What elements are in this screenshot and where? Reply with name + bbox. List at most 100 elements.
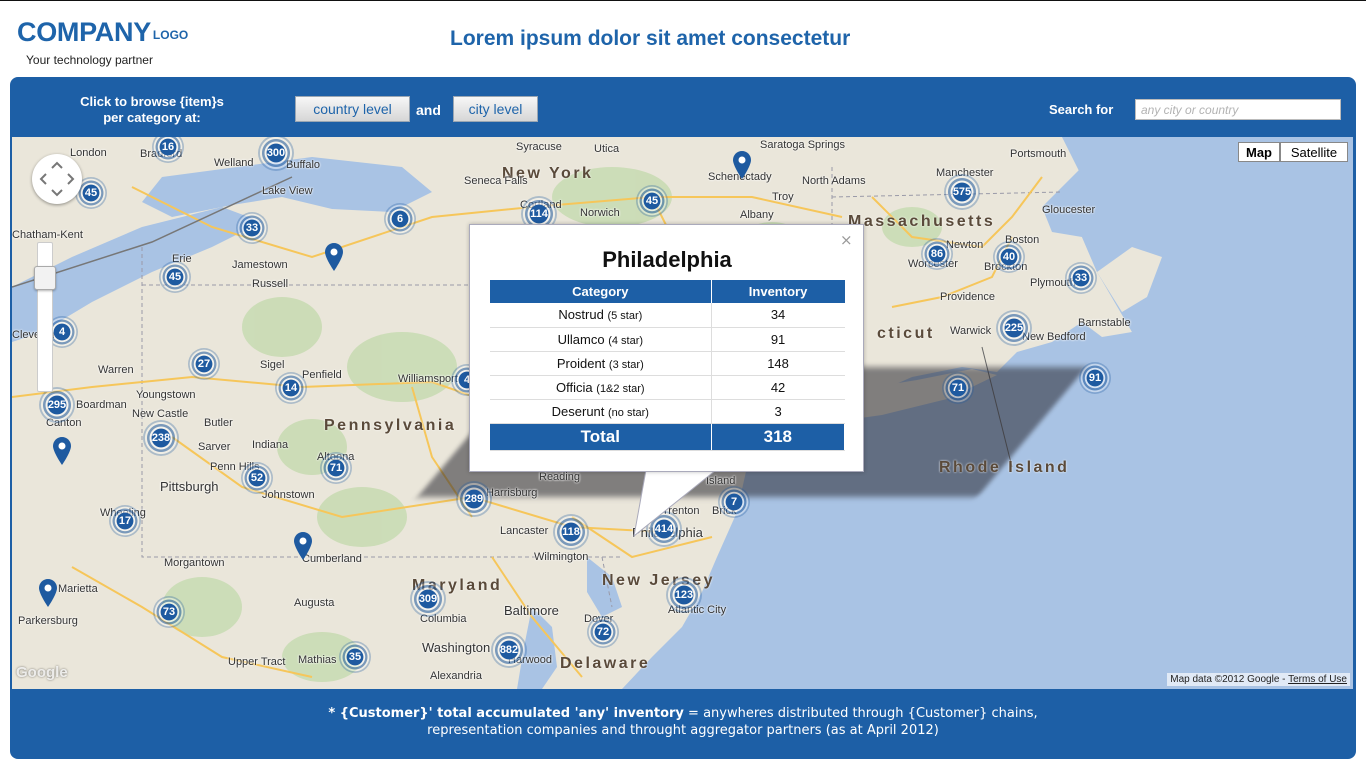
city-label: Lancaster xyxy=(500,525,549,537)
cluster-marker[interactable]: 238 xyxy=(143,420,179,456)
footer-line1-rest: = anywheres distributed through {Custome… xyxy=(683,706,1038,721)
cluster-marker[interactable]: 309 xyxy=(410,581,446,617)
city-label: New Castle xyxy=(132,408,189,420)
table-row: Ullamco (4 star) 91 xyxy=(490,327,845,352)
category-cell: Officia (1&2 star) xyxy=(490,375,712,400)
city-level-button[interactable]: city level xyxy=(453,96,538,122)
cluster-marker[interactable]: 52 xyxy=(241,462,273,494)
cluster-marker[interactable]: 33 xyxy=(1065,262,1097,294)
location-pin-icon[interactable] xyxy=(53,437,71,465)
state-label: cticut xyxy=(877,325,935,342)
zoom-slider[interactable] xyxy=(37,242,53,392)
category-rating: (no star) xyxy=(608,406,649,419)
cluster-marker[interactable]: 7 xyxy=(718,486,750,518)
browse-label: Click to browse {item}s per category at: xyxy=(62,94,242,126)
cluster-marker[interactable]: 295 xyxy=(39,387,75,423)
city-label: Utica xyxy=(594,143,620,155)
popup-city-title: Philadelphia xyxy=(602,247,732,272)
browse-label-line2: per category at: xyxy=(103,110,201,125)
cluster-marker[interactable]: 91 xyxy=(1079,362,1111,394)
location-pin-icon[interactable] xyxy=(733,151,751,179)
column-header-category: Category xyxy=(490,280,712,303)
table-header-row: Category Inventory xyxy=(490,280,845,303)
cluster-marker[interactable]: 882 xyxy=(491,632,527,668)
footer-bold-text: * {Customer}' total accumulated 'any' in… xyxy=(328,706,684,721)
cluster-marker[interactable]: 72 xyxy=(587,616,619,648)
inventory-cell: 91 xyxy=(711,327,845,352)
cluster-marker[interactable]: 14 xyxy=(275,372,307,404)
category-cell: Nostrud (5 star) xyxy=(490,303,712,328)
city-label: Washington xyxy=(422,640,491,655)
map-type-map-button[interactable]: Map xyxy=(1238,142,1280,162)
cluster-marker[interactable]: 6 xyxy=(384,203,416,235)
city-label: Seneca Falls xyxy=(464,175,528,187)
cluster-marker[interactable]: 35 xyxy=(339,641,371,673)
category-rating: (3 star) xyxy=(608,358,644,371)
category-cell: Ullamco (4 star) xyxy=(490,327,712,352)
city-label: Albany xyxy=(740,209,774,221)
map-pan-control[interactable] xyxy=(32,154,82,204)
category-name: Proident xyxy=(556,355,606,371)
inventory-cell: 34 xyxy=(711,303,845,328)
category-cell: Deserunt (no star) xyxy=(490,399,712,424)
location-pin-icon[interactable] xyxy=(39,579,57,607)
terms-of-use-link[interactable]: Terms of Use xyxy=(1288,674,1347,685)
cluster-marker[interactable]: 45 xyxy=(159,261,191,293)
page-title: Lorem ipsum dolor sit amet consectetur xyxy=(450,27,851,50)
cluster-marker[interactable]: 71 xyxy=(942,372,974,404)
city-label: Saratoga Springs xyxy=(760,139,845,151)
location-pin-icon[interactable] xyxy=(325,243,343,271)
city-label: Norwich xyxy=(580,207,620,219)
city-label: Marietta xyxy=(58,583,98,595)
city-label: Gloucester xyxy=(1042,204,1096,216)
city-label: Lake View xyxy=(262,185,313,197)
city-label: Boardman xyxy=(76,399,127,411)
category-cell: Proident (3 star) xyxy=(490,351,712,376)
cluster-marker[interactable]: 225 xyxy=(996,310,1032,346)
city-label: Chatham-Kent xyxy=(12,229,83,241)
cluster-marker[interactable]: 575 xyxy=(944,174,980,210)
map-view[interactable]: New York Massachusetts Pennsylvania Rhod… xyxy=(12,137,1353,689)
logo-brand: COMPANY xyxy=(17,17,151,47)
city-label: Johnstown xyxy=(262,489,315,501)
logo-suffix: LOGO xyxy=(152,28,189,42)
city-label: Augusta xyxy=(294,597,335,609)
city-label: Butler xyxy=(204,417,233,429)
search-input[interactable] xyxy=(1135,99,1341,120)
state-label: Delaware xyxy=(560,655,651,672)
zoom-slider-handle[interactable] xyxy=(34,266,56,290)
city-label: Pittsburgh xyxy=(160,479,219,494)
city-label: Reading xyxy=(539,471,580,483)
cluster-marker[interactable]: 17 xyxy=(109,505,141,537)
attribution-text: Map data ©2012 Google - xyxy=(1170,674,1289,685)
city-label: Parkersburg xyxy=(18,615,78,627)
cluster-marker[interactable]: 45 xyxy=(636,185,668,217)
cluster-marker[interactable]: 71 xyxy=(320,452,352,484)
city-label: Troy xyxy=(772,191,794,203)
city-label: Wilmington xyxy=(534,551,589,563)
category-name: Deserunt xyxy=(551,403,605,419)
location-pin-icon[interactable] xyxy=(294,532,312,560)
cluster-marker[interactable]: 73 xyxy=(153,596,185,628)
cluster-marker[interactable]: 27 xyxy=(188,348,220,380)
google-logo: Google xyxy=(16,664,68,681)
city-label: Portsmouth xyxy=(1010,148,1067,160)
cluster-marker[interactable]: 289 xyxy=(456,481,492,517)
cluster-marker[interactable]: 40 xyxy=(993,241,1025,273)
map-type-satellite-button[interactable]: Satellite xyxy=(1280,142,1348,162)
cluster-marker[interactable]: 123 xyxy=(666,577,702,613)
inventory-table: Category Inventory Nostrud (5 star) 34 U… xyxy=(490,280,846,451)
and-label: and xyxy=(416,102,441,118)
category-rating: (4 star) xyxy=(608,334,644,347)
popup-tail xyxy=(633,470,716,538)
cluster-marker[interactable]: 33 xyxy=(236,212,268,244)
cluster-marker[interactable]: 118 xyxy=(553,514,589,550)
city-label: Mathias xyxy=(298,654,337,666)
total-value: 318 xyxy=(711,423,846,451)
country-level-button[interactable]: country level xyxy=(295,96,410,122)
inventory-cell: 42 xyxy=(711,375,845,400)
city-label: Indiana xyxy=(252,439,289,451)
cluster-marker[interactable]: 86 xyxy=(921,238,953,270)
city-label: Williamsport xyxy=(398,373,458,385)
city-label: North Adams xyxy=(802,175,866,187)
